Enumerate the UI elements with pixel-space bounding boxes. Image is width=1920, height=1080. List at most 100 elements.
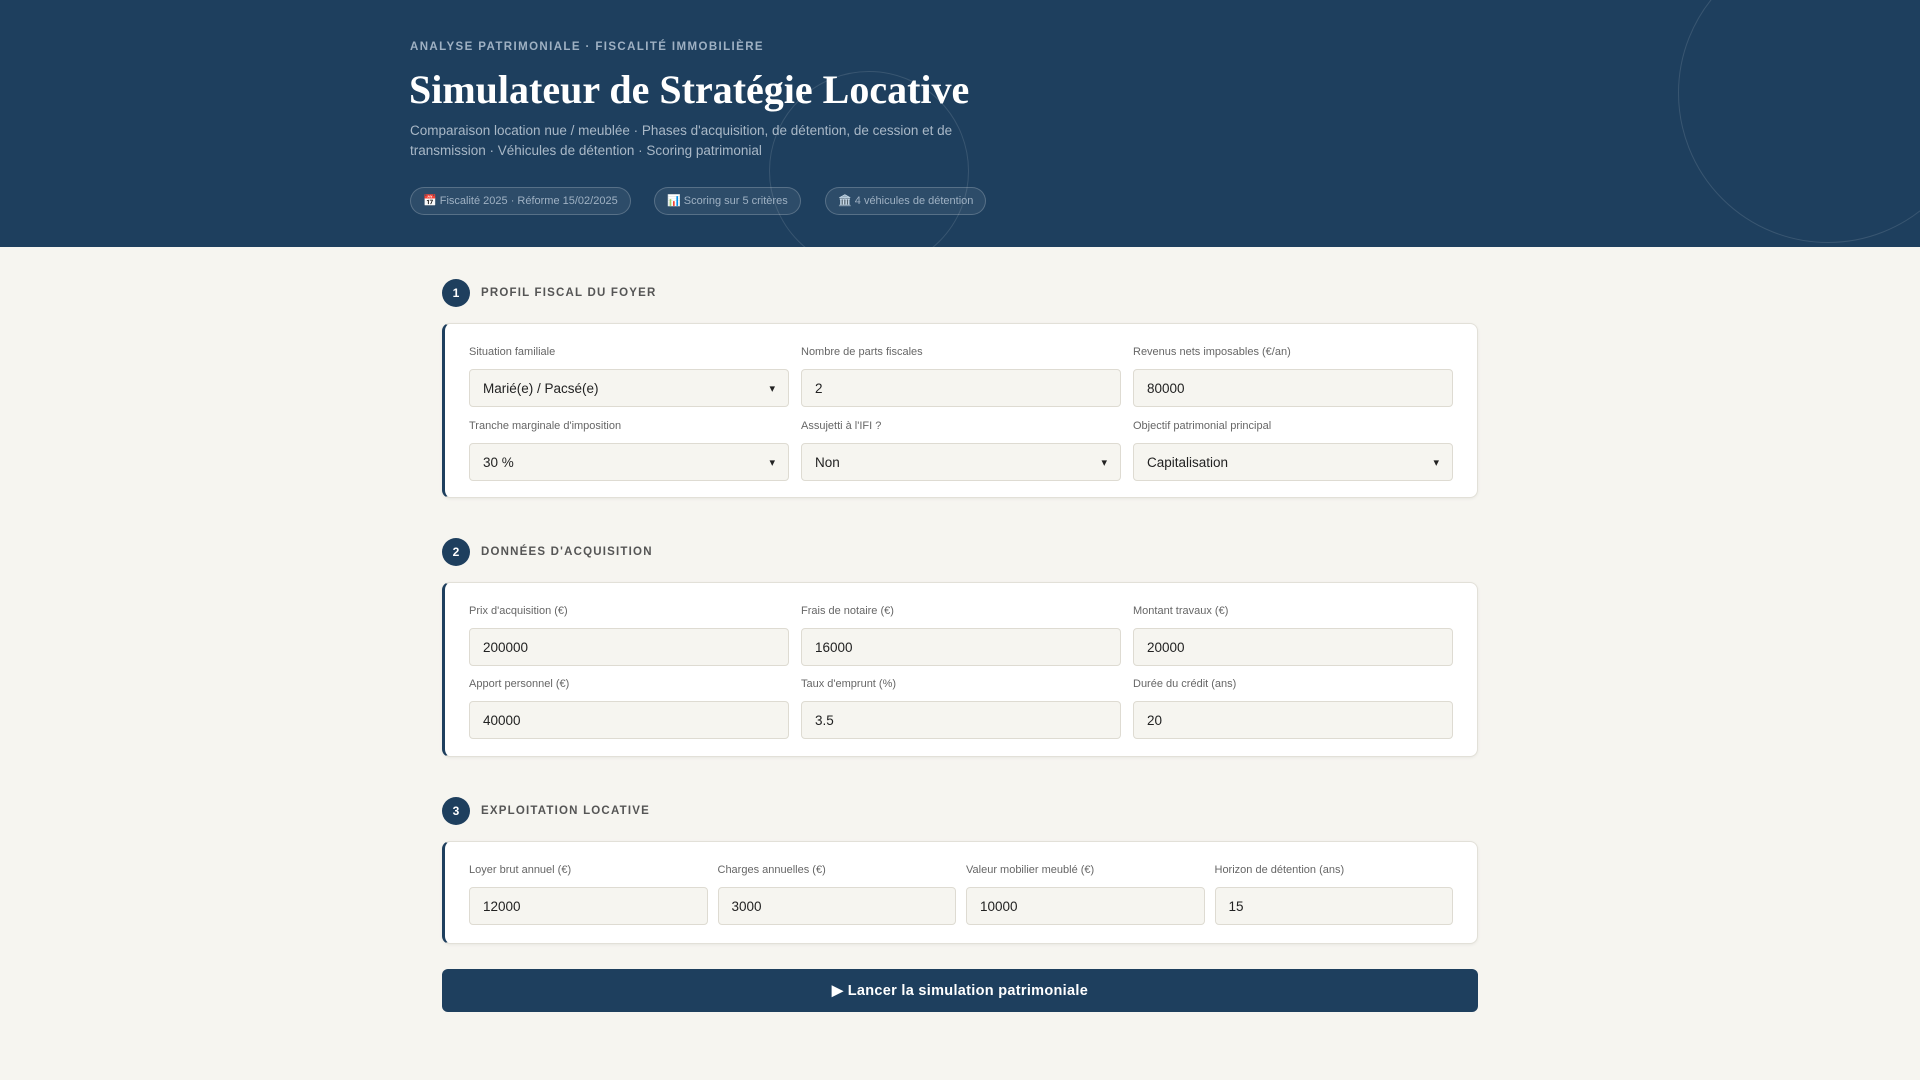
duree-input[interactable]: 20 (1133, 701, 1453, 739)
chart-icon: 📊 (667, 195, 681, 207)
field-apport: Apport personnel (€) 40000 (469, 678, 789, 739)
select-value: Marié(e) / Pacsé(e) (483, 380, 599, 396)
field-horizon: Horizon de détention (ans) 15 (1214, 864, 1453, 925)
field-label: Apport personnel (€) (469, 678, 570, 690)
input-value: 15 (1228, 898, 1244, 914)
field-duree: Durée du crédit (ans) 20 (1133, 678, 1453, 739)
ifi-select[interactable]: Non ▾ (801, 443, 1121, 481)
field-label: Tranche marginale d'imposition (469, 420, 622, 432)
select-value: 30 % (483, 454, 514, 470)
chevron-down-icon: ▾ (769, 456, 775, 469)
field-label: Nombre de parts fiscales (801, 346, 923, 358)
field-objectif: Objectif patrimonial principal Capitalisa… (1133, 420, 1453, 481)
pill-scoring: 📊 Scoring sur 5 critères (654, 187, 801, 215)
field-taux: Taux d'emprunt (%) 3.5 (801, 678, 1121, 739)
input-value: 10000 (980, 898, 1018, 914)
section-number-badge: 3 (442, 797, 470, 825)
field-label: Revenus nets imposables (€/an) (1133, 346, 1291, 358)
field-notaire: Frais de notaire (€) 16000 (801, 605, 1121, 666)
field-travaux: Montant travaux (€) 20000 (1133, 605, 1453, 666)
horizon-input[interactable]: 15 (1214, 887, 1453, 925)
header-eyebrow: ANALYSE PATRIMONIALE · FISCALITÉ IMMOBIL… (410, 41, 765, 53)
field-label: Loyer brut annuel (€) (469, 864, 572, 876)
field-prix: Prix d'acquisition (€) 200000 (469, 605, 789, 666)
input-value: 12000 (483, 898, 521, 914)
field-charges: Charges annuelles (€) 3000 (717, 864, 956, 925)
field-label: Prix d'acquisition (€) (469, 605, 568, 617)
section-number-badge: 2 (442, 538, 470, 566)
notaire-input[interactable]: 16000 (801, 628, 1121, 666)
field-label: Horizon de détention (ans) (1214, 864, 1345, 876)
page-header: ANALYSE PATRIMONIALE · FISCALITÉ IMMOBIL… (0, 0, 1920, 247)
page-subtitle: Comparaison location nue / meublée · Pha… (410, 123, 953, 158)
play-icon: ▶ (831, 982, 844, 999)
objectif-select[interactable]: Capitalisation ▾ (1133, 443, 1453, 481)
section-header-acquisition: 2 DONNÉES D'ACQUISITION (442, 538, 653, 566)
form-grid: Prix d'acquisition (€) 200000 Frais de no… (469, 605, 1453, 739)
input-value: 3.5 (815, 712, 834, 728)
chevron-down-icon: ▾ (1433, 456, 1439, 469)
select-value: Non (815, 454, 840, 470)
loyer-input[interactable]: 12000 (469, 887, 708, 925)
field-label: Frais de notaire (€) (801, 605, 894, 617)
select-value: Capitalisation (1147, 454, 1229, 470)
pill-vehicules: 🏛️ 4 véhicules de détention (825, 187, 987, 215)
field-ifi: Assujetti à l'IFI ? Non ▾ (801, 420, 1121, 481)
field-label: Charges annuelles (€) (717, 864, 826, 876)
card-exploitation: Loyer brut annuel (€) 12000 Charges annue… (442, 841, 1478, 944)
field-tmi: Tranche marginale d'imposition 30 % ▾ (469, 420, 789, 481)
charges-input[interactable]: 3000 (717, 887, 956, 925)
pill-fiscalite: 📅 Fiscalité 2025 · Réforme 15/02/2025 (410, 187, 631, 215)
field-label: Situation familiale (469, 346, 556, 358)
card-profil-fiscal: Situation familiale Marié(e) / Pacsé(e) ▾ … (442, 323, 1478, 498)
section-header-exploitation: 3 EXPLOITATION LOCATIVE (442, 797, 650, 825)
field-label: Assujetti à l'IFI ? (801, 420, 882, 432)
chevron-down-icon: ▾ (1101, 456, 1107, 469)
form-grid: Loyer brut annuel (€) 12000 Charges annue… (469, 864, 1453, 925)
input-value: 20 (1147, 712, 1163, 728)
button-label: Lancer la simulation patrimoniale (847, 982, 1089, 999)
revenus-input[interactable]: 80000 (1133, 369, 1453, 407)
input-value: 20000 (1147, 639, 1185, 655)
mobilier-input[interactable]: 10000 (966, 887, 1205, 925)
section-title: DONNÉES D'ACQUISITION (481, 546, 653, 558)
input-value: 3000 (731, 898, 762, 914)
chevron-down-icon: ▾ (769, 382, 775, 395)
tmi-select[interactable]: 30 % ▾ (469, 443, 789, 481)
page-title: Simulateur de Stratégie Locative (409, 67, 970, 112)
prix-input[interactable]: 200000 (469, 628, 789, 666)
field-mobilier: Valeur mobilier meublé (€) 10000 (966, 864, 1205, 925)
section-title: PROFIL FISCAL DU FOYER (481, 287, 657, 299)
section-header-profil: 1 PROFIL FISCAL DU FOYER (442, 279, 657, 307)
field-label: Objectif patrimonial principal (1133, 420, 1272, 432)
field-label: Montant travaux (€) (1133, 605, 1229, 617)
input-value: 200000 (483, 639, 529, 655)
situation-familiale-select[interactable]: Marié(e) / Pacsé(e) ▾ (469, 369, 789, 407)
form-grid: Situation familiale Marié(e) / Pacsé(e) ▾ … (469, 346, 1453, 481)
input-value: 80000 (1147, 380, 1185, 396)
taux-input[interactable]: 3.5 (801, 701, 1121, 739)
pill-label: Fiscalité 2025 · Réforme 15/02/2025 (439, 195, 618, 207)
card-acquisition: Prix d'acquisition (€) 200000 Frais de no… (442, 582, 1478, 757)
section-number-badge: 1 (442, 279, 470, 307)
calendar-icon: 📅 (423, 195, 437, 207)
decorative-circle (1678, 0, 1920, 243)
field-parts-fiscales: Nombre de parts fiscales 2 (801, 346, 1121, 407)
input-value: 40000 (483, 712, 521, 728)
field-situation-familiale: Situation familiale Marié(e) / Pacsé(e) ▾ (469, 346, 789, 407)
field-revenus: Revenus nets imposables (€/an) 80000 (1133, 346, 1453, 407)
pill-label: 4 véhicules de détention (854, 195, 974, 207)
apport-input[interactable]: 40000 (469, 701, 789, 739)
field-loyer: Loyer brut annuel (€) 12000 (469, 864, 708, 925)
input-value: 16000 (815, 639, 853, 655)
section-title: EXPLOITATION LOCATIVE (481, 805, 650, 817)
field-label: Durée du crédit (ans) (1133, 678, 1237, 690)
pill-label: Scoring sur 5 critères (683, 195, 788, 207)
launch-simulation-button[interactable]: ▶ Lancer la simulation patrimoniale (442, 969, 1478, 1012)
field-label: Taux d'emprunt (%) (801, 678, 897, 690)
parts-fiscales-input[interactable]: 2 (801, 369, 1121, 407)
field-label: Valeur mobilier meublé (€) (966, 864, 1095, 876)
input-value: 2 (815, 380, 823, 396)
travaux-input[interactable]: 20000 (1133, 628, 1453, 666)
bank-icon: 🏛️ (838, 195, 852, 207)
